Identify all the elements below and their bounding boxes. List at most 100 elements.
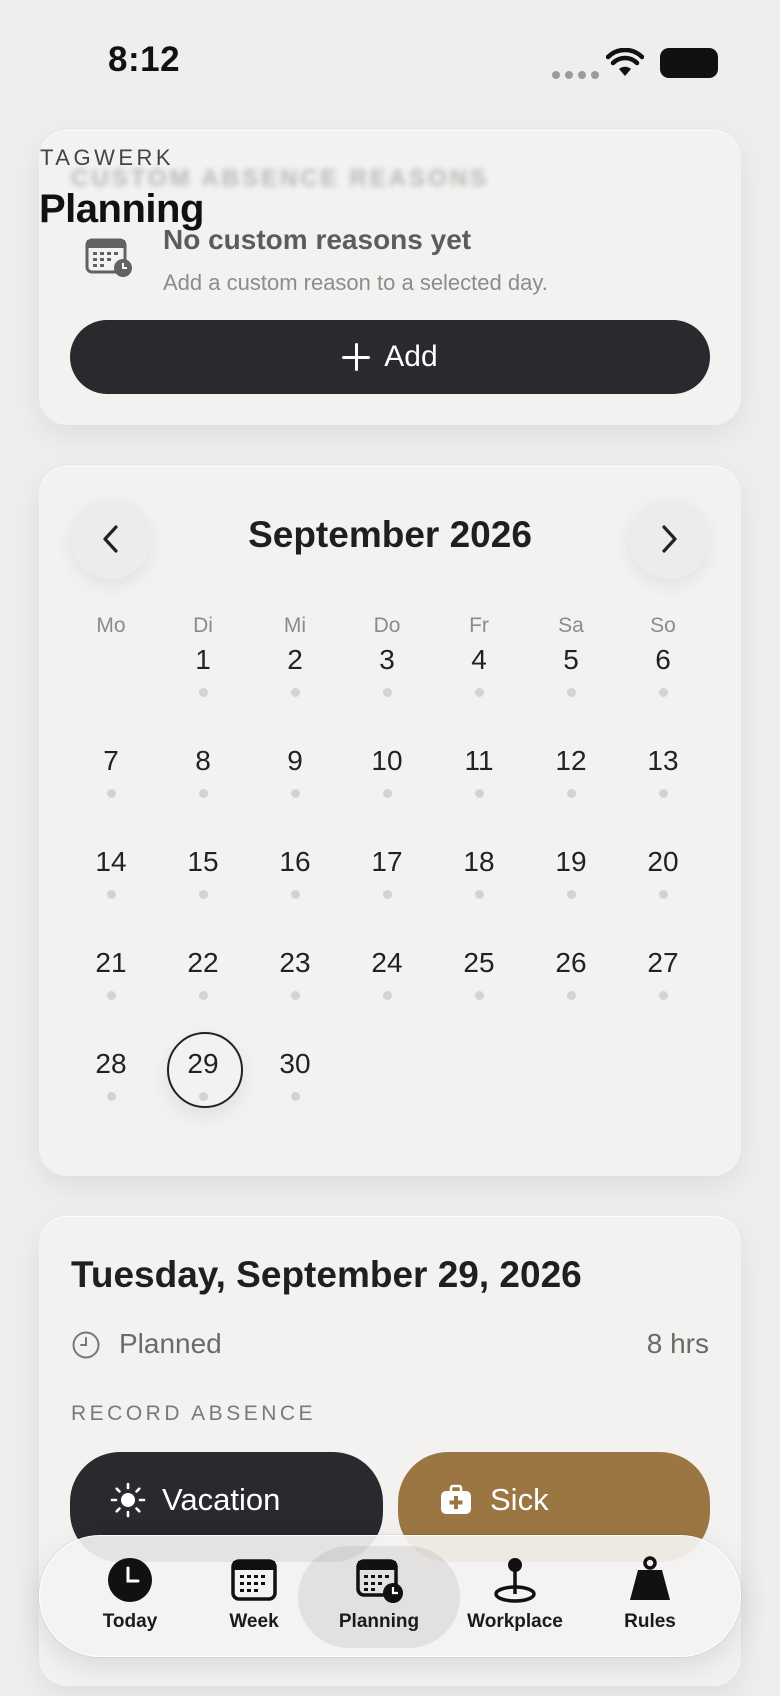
calendar-day[interactable]: 28 (71, 1040, 151, 1120)
status-bar: 8:12 (0, 0, 780, 120)
calendar-day[interactable]: 16 (255, 838, 335, 918)
planned-label: Planned (119, 1328, 222, 1359)
add-reason-button[interactable]: Add (70, 320, 710, 394)
page-title: Planning (39, 187, 204, 231)
custom-reasons-card: CUSTOM ABSENCE REASONS No custom reasons… (39, 130, 741, 425)
day-number: 19 (555, 846, 587, 877)
day-number: 18 (463, 846, 495, 877)
day-indicator-dot (198, 688, 208, 697)
day-indicator-dot (290, 688, 300, 697)
calendar-day[interactable]: 19 (531, 838, 611, 918)
sick-label: Sick (490, 1482, 549, 1517)
empty-state-title: No custom reasons yet (163, 224, 472, 255)
tab-label-planning: Planning (338, 1611, 420, 1632)
day-indicator-dot (290, 1092, 300, 1101)
weekday-label: Mo (96, 614, 126, 637)
vacation-label: Vacation (162, 1482, 281, 1517)
calendar-day[interactable]: 10 (347, 737, 427, 817)
day-number: 13 (647, 745, 679, 776)
day-indicator-dot (106, 991, 116, 1000)
tab-today[interactable]: Today (70, 1556, 190, 1633)
location-pin-icon (494, 1558, 536, 1603)
chevron-right-icon (662, 525, 677, 553)
calendar-day[interactable]: 21 (71, 939, 151, 1019)
calendar-day[interactable]: 13 (623, 737, 703, 817)
weekday-label: Sa (558, 614, 584, 637)
day-indicator-dot (290, 890, 300, 899)
calendar-day[interactable]: 20 (623, 838, 703, 918)
day-number: 8 (195, 745, 211, 776)
weekday-label: Di (193, 614, 213, 637)
calendar-day[interactable]: 23 (255, 939, 335, 1019)
medical-kit-icon (441, 1484, 471, 1514)
day-number: 14 (95, 846, 127, 877)
calendar-day[interactable]: 17 (347, 838, 427, 918)
day-number: 21 (95, 947, 127, 978)
tab-week[interactable]: Week (194, 1556, 314, 1633)
calendar-day[interactable]: 18 (439, 838, 519, 918)
calendar-day[interactable]: 27 (623, 939, 703, 1019)
day-indicator-dot (198, 1092, 208, 1101)
calendar-day[interactable]: 12 (531, 737, 611, 817)
add-button-label: Add (384, 340, 438, 373)
calendar-day[interactable]: 3 (347, 636, 427, 716)
day-indicator-dot (382, 789, 392, 798)
weight-icon (630, 1556, 670, 1600)
calendar-day[interactable]: 5 (531, 636, 611, 716)
day-indicator-dot (658, 991, 668, 1000)
record-absence-heading: RECORD ABSENCE (71, 1402, 317, 1425)
day-number: 6 (655, 644, 671, 675)
calendar-clock-icon (85, 238, 132, 277)
tab-rules[interactable]: Rules (590, 1556, 710, 1633)
calendar-grid-icon (231, 1559, 277, 1601)
weekday-label: Do (373, 614, 401, 637)
calendar-day[interactable]: 8 (163, 737, 243, 817)
day-indicator-dot (566, 688, 576, 697)
day-indicator-dot (474, 688, 484, 697)
calendar-day[interactable]: 4 (439, 636, 519, 716)
day-indicator-dot (566, 789, 576, 798)
day-indicator-dot (658, 890, 668, 899)
calendar-day[interactable]: 22 (163, 939, 243, 1019)
calendar-day[interactable]: 6 (623, 636, 703, 716)
weekday-label: Mi (283, 614, 307, 637)
calendar-day[interactable]: 1 (163, 636, 243, 716)
day-number: 27 (647, 947, 679, 978)
calendar-day[interactable]: 24 (347, 939, 427, 1019)
day-indicator-dot (566, 890, 576, 899)
clock-icon (72, 1331, 100, 1359)
calendar-day[interactable]: 30 (255, 1040, 335, 1120)
calendar-day[interactable]: 2 (255, 636, 335, 716)
calendar-day[interactable]: 11 (439, 737, 519, 817)
day-number: 5 (563, 644, 579, 675)
tab-label-rules: Rules (624, 1611, 676, 1632)
empty-state-subtitle: Add a custom reason to a selected day. (163, 270, 548, 295)
day-indicator-dot (290, 991, 300, 1000)
calendar-day[interactable]: 7 (71, 737, 151, 817)
plus-icon (342, 343, 371, 371)
day-number: 30 (279, 1048, 311, 1079)
day-indicator-dot (198, 991, 208, 1000)
day-indicator-dot (382, 991, 392, 1000)
calendar-card: September 2026 Mo Di Mi Do Fr Sa So 1234567891… (39, 466, 741, 1176)
calendar-day[interactable]: 14 (71, 838, 151, 918)
calendar-day[interactable]: 15 (163, 838, 243, 918)
day-indicator-dot (474, 991, 484, 1000)
weekday-label: Fr (469, 614, 489, 637)
tab-workplace[interactable]: Workplace (455, 1556, 575, 1633)
day-number: 15 (187, 846, 219, 877)
next-month-button[interactable] (629, 499, 709, 579)
calendar-day[interactable]: 9 (255, 737, 335, 817)
day-indicator-dot (106, 789, 116, 798)
calendar-day[interactable]: 25 (439, 939, 519, 1019)
calendar-day-selected[interactable]: 29 (163, 1032, 243, 1120)
day-indicator-dot (382, 890, 392, 899)
day-number: 25 (463, 947, 495, 978)
app-brand: TAGWERK (40, 145, 175, 170)
day-number: 28 (95, 1048, 127, 1079)
calendar-day[interactable]: 26 (531, 939, 611, 1019)
selected-date-title: Tuesday, September 29, 2026 (71, 1254, 582, 1295)
day-indicator-dot (474, 789, 484, 798)
tab-planning[interactable]: Planning (319, 1556, 439, 1633)
day-number: 20 (647, 846, 679, 877)
